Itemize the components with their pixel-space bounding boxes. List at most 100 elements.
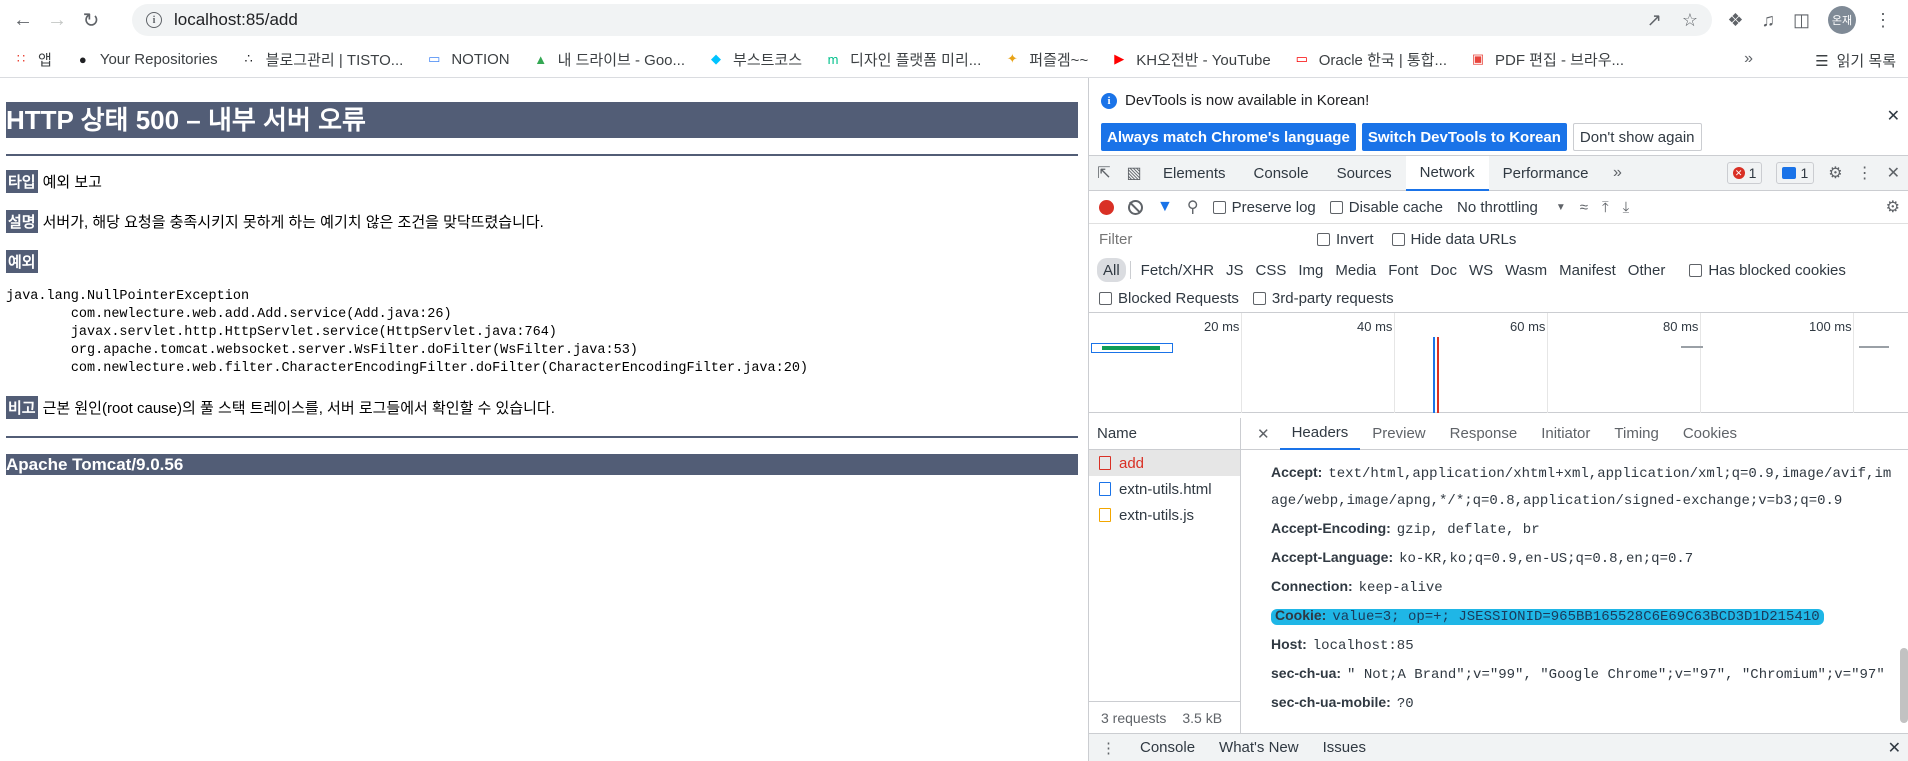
boostcourse-icon: ◆ (711, 51, 722, 66)
switch-korean-button[interactable]: Switch DevTools to Korean (1361, 123, 1567, 151)
type-filter-media[interactable]: Media (1329, 258, 1382, 282)
reading-list-label: 읽기 목록 (1836, 53, 1896, 70)
tab-sources[interactable]: Sources (1323, 156, 1406, 191)
has-blocked-cookies-checkbox[interactable]: Has blocked cookies (1689, 262, 1846, 279)
bookmark-item[interactable]: ◆ 부스트코스 (707, 49, 802, 70)
type-filter-ws[interactable]: WS (1463, 258, 1499, 282)
network-settings-icon[interactable]: ⚙ (1886, 197, 1900, 217)
sidebar-icon[interactable]: ◫ (1793, 10, 1810, 31)
request-row[interactable]: extn-utils.html (1089, 476, 1240, 502)
type-filter-fetchxhr[interactable]: Fetch/XHR (1135, 258, 1220, 282)
tab-timing[interactable]: Timing (1602, 418, 1670, 450)
page-title: HTTP 상태 500 – 내부 서버 오류 (6, 102, 1078, 138)
more-tabs-icon[interactable]: » (1603, 156, 1633, 191)
back-arrow-icon[interactable]: ← (6, 4, 40, 38)
bookmark-item[interactable]: ✦ 퍼즐겜~~ (1003, 49, 1088, 70)
type-filter-js[interactable]: JS (1220, 258, 1250, 282)
drawer-menu-icon[interactable]: ⋮ (1101, 739, 1116, 757)
menu-kebab-icon[interactable]: ⋮ (1874, 10, 1892, 31)
header-row: Accept-Language: ko-KR,ko;q=0.9,en-US;q=0… (1271, 544, 1895, 573)
match-language-button[interactable]: Always match Chrome's language (1101, 123, 1356, 151)
dont-show-again-button[interactable]: Don't show again (1572, 123, 1702, 151)
tab-cookies[interactable]: Cookies (1671, 418, 1749, 450)
extensions-puzzle-icon[interactable]: ❖ (1727, 10, 1743, 31)
network-conditions-icon[interactable]: ≈ (1580, 199, 1588, 216)
drawer-tab-issues[interactable]: Issues (1323, 739, 1366, 756)
devtools-menu-icon[interactable]: ⋮ (1857, 163, 1873, 183)
reload-icon[interactable]: ↻ (74, 4, 108, 38)
bookmark-item[interactable]: ▣ PDF 편집 - 브라우... (1469, 49, 1624, 70)
bookmark-label: 앱 (38, 51, 52, 69)
settings-gear-icon[interactable]: ⚙ (1828, 163, 1842, 183)
tab-network[interactable]: Network (1405, 155, 1489, 191)
url-text[interactable]: localhost:85/add (174, 10, 298, 30)
close-devtools-icon[interactable]: ✕ (1887, 163, 1900, 183)
tab-response[interactable]: Response (1438, 418, 1530, 450)
blocked-requests-checkbox[interactable]: Blocked Requests (1099, 290, 1239, 307)
bookmark-star-icon[interactable]: ☆ (1682, 10, 1698, 31)
tab-headers[interactable]: Headers (1279, 418, 1361, 450)
bookmark-label: NOTION (451, 50, 510, 68)
drawer-tab-console[interactable]: Console (1140, 739, 1195, 756)
type-filter-img[interactable]: Img (1292, 258, 1329, 282)
filter-input[interactable] (1099, 228, 1299, 251)
forward-arrow-icon[interactable]: → (40, 4, 74, 38)
bookmark-item[interactable]: m 디자인 플랫폼 미리... (824, 49, 982, 70)
bookmark-item[interactable]: ▲ 내 드라이브 - Goo... (532, 49, 685, 70)
description-tag: 설명 (6, 210, 38, 233)
close-detail-icon[interactable]: ✕ (1247, 425, 1280, 443)
search-icon[interactable]: ⚲ (1187, 197, 1199, 217)
type-filter-css[interactable]: CSS (1250, 258, 1293, 282)
bookmark-item[interactable]: ∴ 블로그관리 | TISTO... (240, 49, 404, 70)
inspect-element-icon[interactable]: ⇱ (1089, 156, 1119, 191)
tab-initiator[interactable]: Initiator (1529, 418, 1602, 450)
clear-icon[interactable] (1128, 199, 1143, 215)
request-row[interactable]: extn-utils.js (1089, 502, 1240, 528)
media-control-icon[interactable]: ♫ (1761, 10, 1775, 31)
third-party-checkbox[interactable]: 3rd-party requests (1252, 290, 1394, 307)
drawer-tab-whats-new[interactable]: What's New (1219, 739, 1299, 756)
bookmark-item[interactable]: ▭ NOTION (425, 50, 510, 68)
header-value: " Not;A Brand";v="99", "Google Chrome";v… (1347, 667, 1885, 683)
bookmark-item[interactable]: ▶ KH오전반 - YouTube (1110, 49, 1271, 70)
reading-list-button[interactable]: ☰ 읽기 목록 (1815, 50, 1896, 71)
preserve-log-checkbox[interactable]: Preserve log (1212, 199, 1316, 216)
tab-preview[interactable]: Preview (1360, 418, 1437, 450)
invert-checkbox[interactable]: Invert (1317, 231, 1374, 248)
export-har-icon[interactable]: ⤓ (1623, 199, 1630, 216)
scrollbar-thumb[interactable] (1900, 648, 1908, 723)
request-headers: Accept: text/html,application/xhtml+xml,a… (1241, 450, 1908, 733)
bookmark-item[interactable]: ▭ Oracle 한국 | 통합... (1293, 49, 1447, 70)
type-filter-other[interactable]: Other (1622, 258, 1672, 282)
share-icon[interactable]: ↗ (1647, 10, 1662, 31)
close-drawer-icon[interactable]: ✕ (1888, 738, 1901, 758)
filter-funnel-icon[interactable]: ▼ (1157, 198, 1173, 216)
record-icon[interactable] (1099, 199, 1114, 215)
type-filter-doc[interactable]: Doc (1424, 258, 1463, 282)
bookmark-item[interactable]: ∷ 앱 (12, 49, 52, 70)
site-info-icon[interactable]: i (146, 12, 162, 28)
omnibox[interactable]: i localhost:85/add ↗ ☆ (132, 4, 1712, 36)
network-overview-timeline[interactable]: 20 ms 40 ms 60 ms 80 ms 100 ms (1089, 313, 1908, 413)
type-filter-font[interactable]: Font (1382, 258, 1424, 282)
tab-performance[interactable]: Performance (1489, 156, 1603, 191)
name-column-header[interactable]: Name (1089, 418, 1240, 450)
close-icon[interactable]: ✕ (1887, 106, 1900, 126)
error-count-badge[interactable]: ✕ 1 (1726, 162, 1763, 184)
bookmark-item[interactable]: ● Your Repositories (74, 50, 218, 68)
throttling-select[interactable]: No throttling ▼ (1457, 199, 1566, 216)
bookmarks-overflow-icon[interactable]: » (1744, 50, 1753, 68)
disable-cache-checkbox[interactable]: Disable cache (1329, 199, 1443, 216)
type-filter-wasm[interactable]: Wasm (1499, 258, 1553, 282)
timeline-gridline (1241, 313, 1242, 413)
hide-data-urls-checkbox[interactable]: Hide data URLs (1391, 231, 1516, 248)
type-filter-all[interactable]: All (1097, 258, 1126, 282)
device-toolbar-icon[interactable]: ▧ (1119, 156, 1149, 191)
tab-elements[interactable]: Elements (1149, 156, 1240, 191)
message-count-badge[interactable]: 1 (1776, 162, 1815, 184)
tab-console[interactable]: Console (1240, 156, 1323, 191)
type-filter-manifest[interactable]: Manifest (1553, 258, 1622, 282)
profile-avatar[interactable]: 온재 (1828, 6, 1856, 34)
import-har-icon[interactable]: ⤒ (1602, 199, 1609, 216)
request-row[interactable]: add (1089, 450, 1240, 476)
